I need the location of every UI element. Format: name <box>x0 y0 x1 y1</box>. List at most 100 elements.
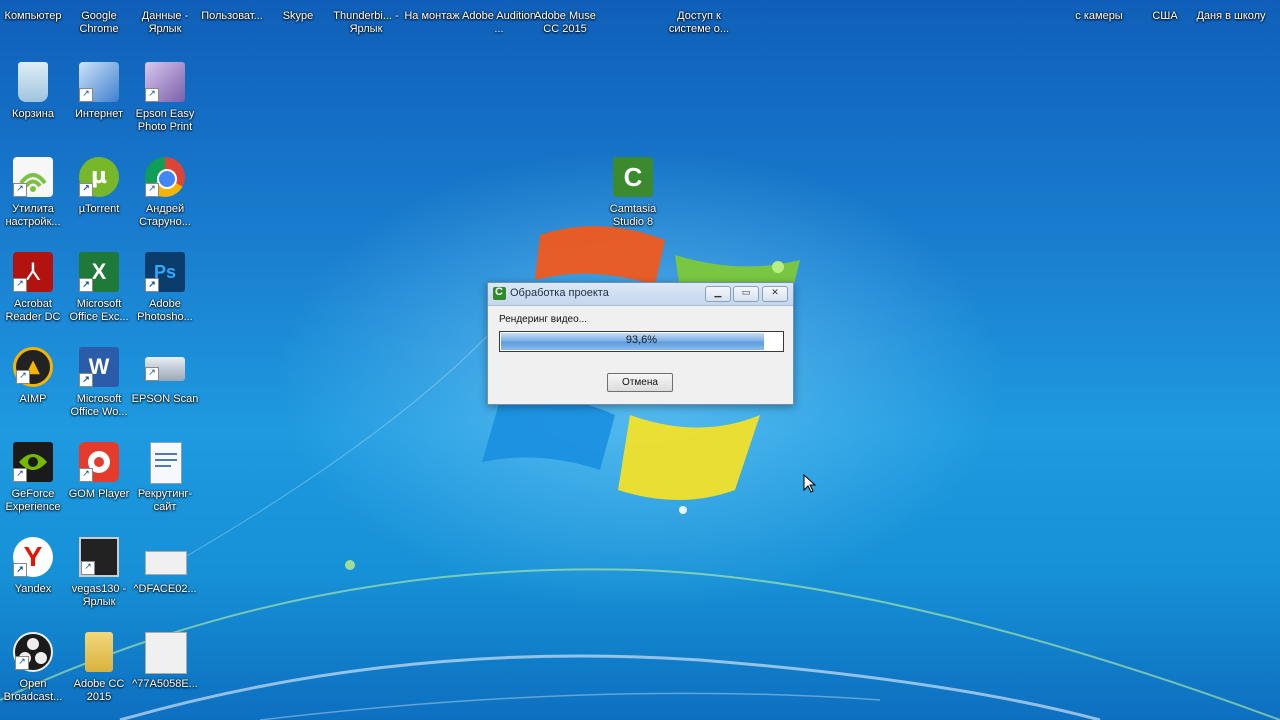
camtasia-icon: C <box>493 286 506 300</box>
shortcut-arrow-icon: ↗ <box>79 468 93 482</box>
desktop-icon-label: Рекрутинг-сайт <box>137 488 193 513</box>
desktop-icon-label: Данные - Ярлык <box>141 10 189 35</box>
desktop-icon-wifi-utility[interactable]: ↗ Утилита настройк... <box>0 153 66 243</box>
desktop-icon-label: Adobe Photosho... <box>137 298 193 323</box>
internet-icon: ↗ <box>79 62 119 102</box>
desktop-icon-montage-folder[interactable]: На монтаж <box>399 10 465 102</box>
shortcut-arrow-icon: ↗ <box>13 563 27 577</box>
desktop-icon-thunderbird[interactable]: Thunderbi... - Ярлык <box>333 10 399 102</box>
camtasia-icon: C <box>613 157 653 197</box>
image-file-icon <box>145 551 187 575</box>
word-icon: W ↗ <box>79 347 119 387</box>
desktop-icon-epson-easy-photo-print[interactable]: ↗ Epson Easy Photo Print <box>132 58 198 148</box>
chrome-icon: ↗ <box>145 157 185 197</box>
yandex-icon: Y ↗ <box>13 537 53 577</box>
shortcut-arrow-icon: ↗ <box>79 373 93 387</box>
desktop-icon-recruiting-site[interactable]: Рекрутинг-сайт <box>132 438 198 528</box>
progress-percent: 93,6% <box>625 334 658 346</box>
shortcut-arrow-icon: ↗ <box>145 183 159 197</box>
desktop-icon-label: Acrobat Reader DC <box>5 298 61 323</box>
vegas-icon: ↗ <box>79 537 119 577</box>
desktop-icon-skype[interactable]: Skype <box>265 10 331 102</box>
shortcut-arrow-icon: ↗ <box>79 88 93 102</box>
desktop-icon-dface02-image[interactable]: ^DFACE02... <box>132 533 198 623</box>
photoshop-icon: Ps ↗ <box>145 252 185 292</box>
desktop-icon-label: Adobe Audition ... <box>462 10 537 35</box>
desktop-icon-label: Camtasia Studio 8 <box>609 203 657 228</box>
desktop-icon-photoshop[interactable]: Ps ↗ Adobe Photosho... <box>132 248 198 338</box>
shortcut-arrow-icon: ↗ <box>79 183 93 197</box>
shortcut-arrow-icon: ↗ <box>13 278 27 292</box>
desktop-icon-utorrent[interactable]: µ ↗ µTorrent <box>66 153 132 243</box>
image-file-icon <box>145 632 187 674</box>
desktop-icon-camtasia-studio[interactable]: C Camtasia Studio 8 <box>600 153 666 243</box>
desktop-icon-acrobat-reader[interactable]: ⅄ ↗ Acrobat Reader DC <box>0 248 66 338</box>
desktop-icon-label: GOM Player <box>68 488 130 500</box>
desktop-icon-label: Adobe Muse CC 2015 <box>534 10 596 35</box>
desktop[interactable]: Компьютер Google Chrome Данные - Ярлык П… <box>0 0 1280 720</box>
desktop-icon-label: ^77A5058E... <box>132 678 198 690</box>
desktop-icon-internet[interactable]: ↗ Интернет <box>66 58 132 148</box>
desktop-icon-label: Интернет <box>75 108 123 120</box>
dialog-title: Обработка проекта <box>510 287 609 299</box>
render-progress-dialog: C Обработка проекта ▁ ▭ ✕ Рендеринг виде… <box>487 282 794 405</box>
desktop-icon-adobe-muse[interactable]: Adobe Muse CC 2015 <box>532 10 598 102</box>
desktop-icon-system-access[interactable]: Доступ к системе о... <box>666 10 732 102</box>
aimp-icon: ▲ ↗ <box>13 347 53 387</box>
wifi-utility-icon: ↗ <box>13 157 53 197</box>
desktop-icon-aimp[interactable]: ▲ ↗ AIMP <box>0 343 66 433</box>
excel-icon: X ↗ <box>79 252 119 292</box>
utorrent-icon: µ ↗ <box>79 157 119 197</box>
desktop-icon-adobe-cc-folder[interactable]: Adobe CC 2015 <box>66 628 132 718</box>
shortcut-arrow-icon: ↗ <box>145 278 159 292</box>
desktop-icon-label: Epson Easy Photo Print <box>135 108 195 133</box>
gom-player-icon: ↗ <box>79 442 119 482</box>
desktop-icon-label: Thunderbi... - Ярлык <box>333 10 399 35</box>
close-button[interactable]: ✕ <box>762 286 788 302</box>
desktop-icon-label: vegas130 - Ярлык <box>71 583 127 608</box>
shortcut-arrow-icon: ↗ <box>15 656 29 670</box>
maximize-button[interactable]: ▭ <box>733 286 759 302</box>
dialog-titlebar[interactable]: C Обработка проекта ▁ ▭ ✕ <box>488 283 793 306</box>
desktop-icon-word[interactable]: W ↗ Microsoft Office Wo... <box>66 343 132 433</box>
desktop-icon-label: Skype <box>282 10 314 22</box>
cancel-button[interactable]: Отмена <box>607 373 673 392</box>
scanner-icon: ↗ <box>145 357 185 381</box>
desktop-icon-label: Google Chrome <box>79 10 119 35</box>
desktop-icon-adobe-audition[interactable]: Adobe Audition ... <box>462 10 536 102</box>
desktop-icon-obs[interactable]: ↗ Open Broadcast... <box>0 628 66 718</box>
shortcut-arrow-icon: ↗ <box>145 88 159 102</box>
desktop-icon-label: Корзина <box>12 108 54 120</box>
close-icon: ✕ <box>771 288 779 298</box>
desktop-icon-label: µTorrent <box>78 203 120 215</box>
desktop-icon-label: Microsoft Office Wo... <box>70 393 128 418</box>
shortcut-arrow-icon: ↗ <box>145 367 159 381</box>
desktop-icon-vegas[interactable]: ↗ vegas130 - Ярлык <box>66 533 132 623</box>
desktop-icon-gom-player[interactable]: ↗ GOM Player <box>66 438 132 528</box>
desktop-icon-chrome-profile[interactable]: ↗ Андрей Старуно... <box>132 153 198 243</box>
desktop-icon-geforce-experience[interactable]: ↗ GeForce Experience <box>0 438 66 528</box>
desktop-icon-yandex[interactable]: Y ↗ Yandex <box>0 533 66 623</box>
desktop-icon-from-camera[interactable]: с камеры <box>1066 10 1132 102</box>
maximize-icon: ▭ <box>741 288 751 298</box>
desktop-icon-danya-school[interactable]: Даня в школу <box>1196 10 1265 102</box>
desktop-icon-label: AIMP <box>19 393 47 405</box>
desktop-icon-user-folder[interactable]: Пользоват... <box>199 10 265 102</box>
folder-icon <box>85 632 113 672</box>
minimize-button[interactable]: ▁ <box>705 286 731 302</box>
obs-icon: ↗ <box>13 632 53 672</box>
render-progress-bar: 93,6% <box>499 331 784 352</box>
desktop-icon-recycle-bin[interactable]: Корзина <box>0 58 66 148</box>
desktop-icon-label: США <box>1152 10 1178 22</box>
desktop-icon-label: Пользоват... <box>201 10 263 22</box>
desktop-icon-epson-scan[interactable]: ↗ EPSON Scan <box>132 343 198 433</box>
desktop-icon-excel[interactable]: X ↗ Microsoft Office Exc... <box>66 248 132 338</box>
minimize-icon: ▁ <box>714 288 722 298</box>
desktop-icon-usa[interactable]: США <box>1132 10 1198 102</box>
desktop-icon-label: Даня в школу <box>1196 10 1266 22</box>
acrobat-icon: ⅄ ↗ <box>13 252 53 292</box>
epson-photo-icon: ↗ <box>145 62 185 102</box>
shortcut-arrow-icon: ↗ <box>81 561 95 575</box>
desktop-icon-77a5058e-image[interactable]: ^77A5058E... <box>132 628 198 718</box>
shortcut-arrow-icon: ↗ <box>16 370 30 384</box>
